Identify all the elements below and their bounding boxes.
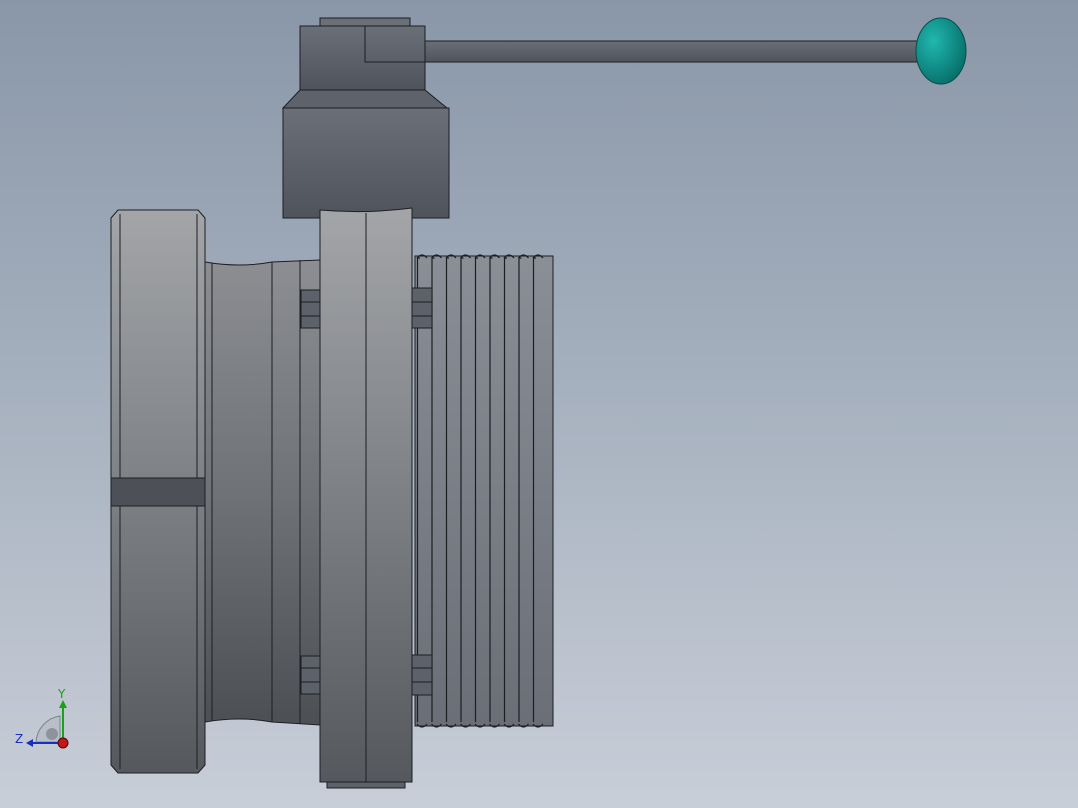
valve-model[interactable] (0, 0, 1078, 808)
bolt-bottom-right (411, 654, 433, 696)
orientation-triad[interactable] (26, 700, 69, 749)
triad-z-label: Z (15, 732, 24, 746)
threaded-spigot[interactable] (414, 254, 554, 728)
cad-viewport[interactable]: Y Z (0, 0, 1078, 808)
bolt-bottom-left (300, 655, 321, 695)
handle-knob (915, 17, 967, 85)
valve-body[interactable] (319, 207, 413, 789)
handle-lever[interactable] (404, 17, 967, 85)
actuator-head[interactable] (281, 17, 450, 219)
triad-y-label: Y (58, 687, 66, 701)
clamp-band (110, 477, 206, 507)
pipe-neck[interactable] (204, 259, 321, 726)
triad-x-axis (57, 737, 69, 749)
left-flange[interactable] (110, 209, 206, 774)
bolt-top-right (411, 287, 433, 329)
bolt-top-left (300, 289, 321, 329)
